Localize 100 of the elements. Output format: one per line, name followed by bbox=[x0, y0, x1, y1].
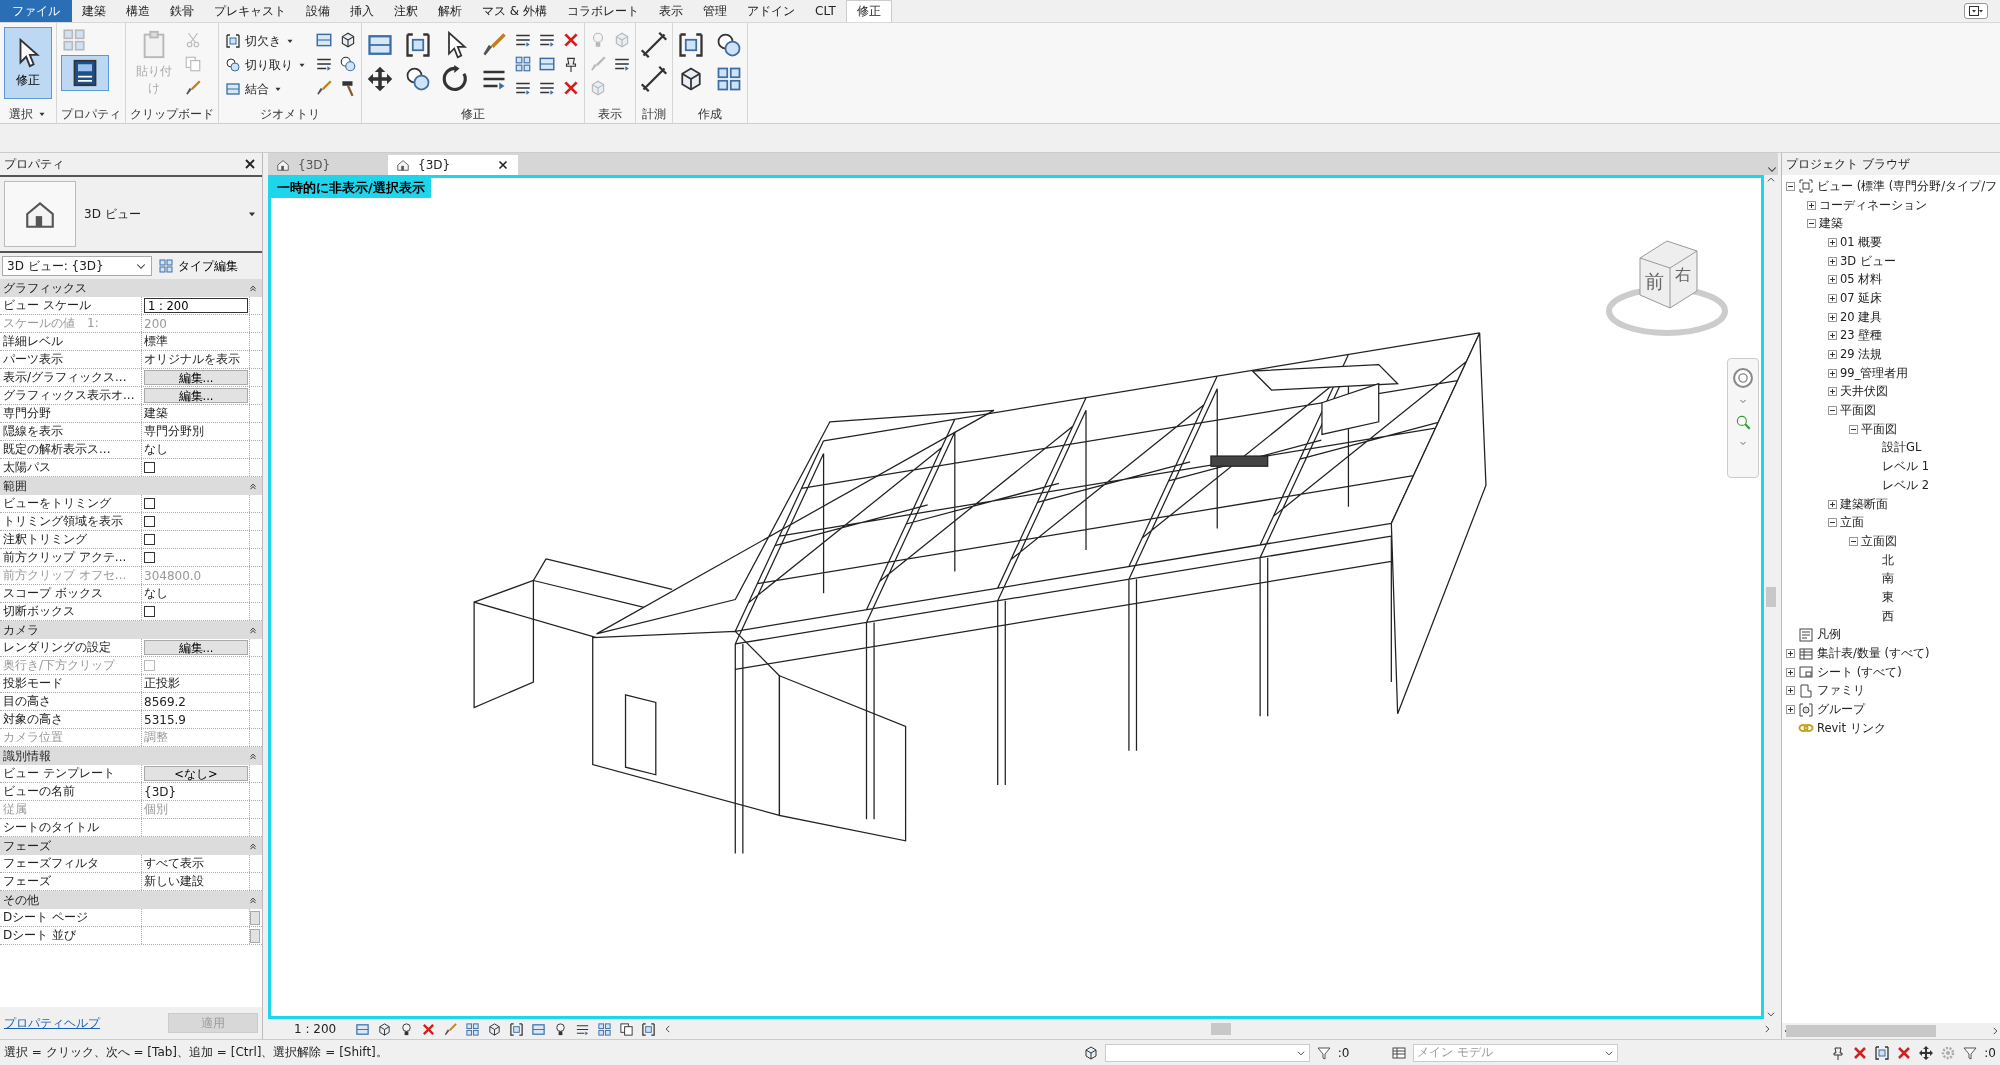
expand-icon[interactable] bbox=[1786, 667, 1795, 677]
scrollbar-thumb[interactable] bbox=[1211, 1023, 1232, 1035]
expand-icon[interactable] bbox=[1807, 200, 1816, 210]
tree-item[interactable]: 立面図 bbox=[1861, 533, 1897, 549]
tree-item[interactable]: 07 延床 bbox=[1840, 290, 1883, 306]
brush-icon[interactable] bbox=[315, 79, 333, 97]
cube-icon[interactable] bbox=[487, 1021, 503, 1037]
menu-tab[interactable]: マス & 外構 bbox=[472, 0, 557, 22]
collapse-icon[interactable] bbox=[248, 283, 258, 293]
expand-icon[interactable] bbox=[1828, 312, 1837, 322]
view-tab[interactable]: {3D} bbox=[388, 155, 518, 175]
bracket-icon[interactable] bbox=[641, 1021, 657, 1037]
menu-tab[interactable]: 修正 bbox=[845, 0, 892, 22]
collapse-icon[interactable] bbox=[1807, 219, 1816, 229]
tool-button[interactable]: 切り取り bbox=[223, 55, 309, 75]
collapse-icon[interactable] bbox=[1828, 406, 1837, 416]
tree-item[interactable]: 建築 bbox=[1819, 216, 1843, 232]
help-link[interactable]: プロパティヘルプ bbox=[4, 1014, 100, 1032]
circles-icon[interactable] bbox=[715, 31, 743, 59]
tool-button[interactable]: 切欠き bbox=[223, 31, 309, 51]
table-icon[interactable] bbox=[1391, 1044, 1408, 1061]
cube-icon[interactable] bbox=[377, 1021, 393, 1037]
edit-button[interactable]: 編集... bbox=[144, 388, 248, 403]
navigation-bar[interactable] bbox=[1727, 358, 1759, 478]
view-tab[interactable]: {3D} bbox=[268, 155, 388, 175]
tree-item[interactable]: Revit リンク bbox=[1817, 720, 1886, 736]
expand-icon[interactable] bbox=[1828, 331, 1837, 341]
tree-item[interactable]: シート (すべて) bbox=[1817, 664, 1902, 680]
menu-tab[interactable]: アドイン bbox=[737, 0, 805, 22]
tree-item[interactable]: ビュー (標準 (専門分野/タイプ/フ bbox=[1817, 178, 1998, 194]
menu-tab[interactable]: 建築 bbox=[72, 0, 116, 22]
menu-tab[interactable]: CLT bbox=[805, 0, 846, 22]
scroll-right-icon[interactable] bbox=[1762, 1024, 1772, 1034]
expand-icon[interactable] bbox=[1828, 275, 1837, 285]
close-icon[interactable] bbox=[496, 158, 510, 172]
view-scale[interactable]: 1 : 200 bbox=[274, 1022, 349, 1036]
tree-item[interactable]: 平面図 bbox=[1861, 421, 1897, 437]
checkbox[interactable] bbox=[144, 498, 155, 509]
cross-icon[interactable] bbox=[562, 79, 580, 97]
tree-item[interactable]: 立面 bbox=[1840, 515, 1864, 531]
expand-icon[interactable] bbox=[1828, 387, 1837, 397]
expand-icon[interactable] bbox=[1828, 293, 1837, 303]
edit-button[interactable]: 編集... bbox=[144, 640, 248, 655]
move-icon[interactable] bbox=[366, 65, 394, 93]
bracket-icon[interactable] bbox=[677, 31, 705, 59]
expand-icon[interactable] bbox=[1828, 237, 1837, 247]
circles-icon[interactable] bbox=[339, 55, 357, 73]
menu-tab[interactable]: 挿入 bbox=[340, 0, 384, 22]
tree-item[interactable]: グループ bbox=[1817, 702, 1865, 718]
tree-item[interactable]: 平面図 bbox=[1840, 403, 1876, 419]
expand-icon[interactable] bbox=[1786, 649, 1795, 659]
collapse-icon[interactable] bbox=[248, 481, 258, 491]
collapse-icon[interactable] bbox=[1828, 518, 1837, 528]
edit-type-button[interactable]: タイプ編集 bbox=[156, 257, 260, 275]
scroll-right-icon[interactable] bbox=[1990, 1026, 2000, 1036]
bracket-icon[interactable] bbox=[1874, 1044, 1891, 1061]
tree-item[interactable]: 05 材料 bbox=[1840, 272, 1883, 288]
square-icon[interactable] bbox=[315, 31, 333, 49]
tree-item[interactable]: 設計GL bbox=[1882, 440, 1922, 456]
copy-icon[interactable] bbox=[619, 1021, 635, 1037]
grid-icon[interactable] bbox=[514, 55, 532, 73]
scroll-down-icon[interactable] bbox=[1766, 1009, 1776, 1019]
menu-tab[interactable]: 解析 bbox=[428, 0, 472, 22]
menu-tab[interactable]: 注釈 bbox=[384, 0, 428, 22]
scrollbar-thumb[interactable] bbox=[1786, 1025, 1936, 1037]
collapse-icon[interactable] bbox=[1786, 181, 1795, 191]
square-icon[interactable] bbox=[355, 1021, 371, 1037]
expand-icon[interactable] bbox=[1786, 686, 1795, 696]
grid-icon[interactable] bbox=[465, 1021, 481, 1037]
ruler-icon[interactable] bbox=[640, 31, 668, 59]
tree-item[interactable]: レベル 2 bbox=[1882, 477, 1929, 493]
tree-item[interactable]: コーディネーション bbox=[1819, 197, 1927, 213]
checkbox[interactable] bbox=[144, 606, 155, 617]
collapse-icon[interactable] bbox=[248, 895, 258, 905]
tree-item[interactable]: 29 法規 bbox=[1840, 347, 1883, 363]
tree-item[interactable]: 01 概要 bbox=[1840, 234, 1883, 250]
grid-icon[interactable] bbox=[597, 1021, 613, 1037]
value-field[interactable]: 1 : 200 bbox=[144, 298, 248, 313]
tree-item[interactable]: ファミリ bbox=[1817, 683, 1865, 699]
checkbox[interactable] bbox=[144, 516, 155, 527]
menu-tab[interactable]: プレキャスト bbox=[204, 0, 296, 22]
move-icon[interactable] bbox=[1918, 1044, 1935, 1061]
bracket-icon[interactable] bbox=[509, 1021, 525, 1037]
brush-icon[interactable] bbox=[184, 79, 202, 97]
collapse-icon[interactable] bbox=[1849, 424, 1858, 434]
bracket-icon[interactable] bbox=[404, 31, 432, 59]
filter-icon[interactable] bbox=[1962, 1044, 1979, 1061]
menu-tab[interactable]: 鉄骨 bbox=[160, 0, 204, 22]
edit-button[interactable]: <なし> bbox=[144, 766, 248, 781]
circles-icon[interactable] bbox=[404, 65, 432, 93]
menu-tab[interactable]: 設備 bbox=[296, 0, 340, 22]
modify-button[interactable]: 修正 bbox=[4, 27, 52, 99]
edit-button[interactable]: 編集... bbox=[144, 370, 248, 385]
tree-item[interactable]: 天井伏図 bbox=[1840, 384, 1888, 400]
collapse-icon[interactable] bbox=[248, 751, 258, 761]
expand-icon[interactable] bbox=[1828, 256, 1837, 266]
cube-icon[interactable] bbox=[339, 31, 357, 49]
menu-tab[interactable]: 管理 bbox=[693, 0, 737, 22]
cross-icon[interactable] bbox=[1896, 1044, 1913, 1061]
collapse-icon[interactable] bbox=[1849, 536, 1858, 546]
